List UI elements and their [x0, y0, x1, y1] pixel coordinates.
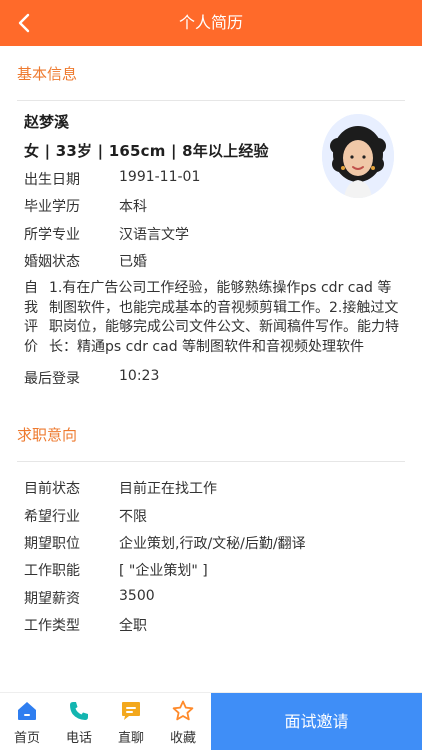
- section-title-intent: 求职意向: [17, 426, 78, 444]
- self-evaluation-text: 1.有在广告公司工作经验，能够熟练操作ps cdr cad 等制图软件，也能完成…: [49, 280, 399, 355]
- field-label: 工作类型: [24, 618, 80, 634]
- field-value: 不限: [119, 509, 147, 525]
- avatar: [322, 114, 394, 198]
- self-evaluation: 自我评价 1.有在广告公司工作经验，能够熟练操作ps cdr cad 等制图软件…: [24, 279, 404, 359]
- field-value: 10:23: [119, 368, 160, 384]
- field-label: 所学专业: [24, 227, 80, 243]
- tab-phone[interactable]: 电话: [54, 693, 104, 750]
- tab-favorite[interactable]: 收藏: [158, 693, 208, 750]
- field-value: [ "企业策划" ]: [119, 563, 208, 579]
- divider: [17, 100, 405, 101]
- tab-label: 收藏: [169, 731, 196, 746]
- tab-label: 直聊: [117, 731, 144, 746]
- interview-invite-button[interactable]: 面试邀请: [211, 693, 422, 750]
- tab-label: 首页: [13, 731, 40, 746]
- field-value: 3500: [119, 588, 155, 604]
- field-value: 汉语言文学: [119, 227, 189, 243]
- tab-home[interactable]: 首页: [2, 693, 52, 750]
- home-icon: [18, 702, 36, 720]
- field-label: 期望职位: [24, 536, 80, 552]
- field-label: 最后登录: [24, 371, 80, 387]
- field-label: 期望薪资: [24, 591, 80, 607]
- field-label: 目前状态: [24, 481, 80, 497]
- divider: [17, 461, 405, 462]
- field-value: 目前正在找工作: [119, 481, 217, 497]
- header-bar: 个人简历: [0, 0, 422, 46]
- phone-icon: [70, 702, 88, 720]
- star-icon: [172, 700, 194, 721]
- field-value: 1991-11-01: [119, 169, 201, 185]
- tab-chat[interactable]: 直聊: [106, 693, 156, 750]
- candidate-name: 赵梦溪: [24, 113, 70, 131]
- field-label: 毕业学历: [24, 199, 80, 215]
- field-value: 全职: [119, 618, 147, 634]
- field-value: 本科: [119, 199, 147, 215]
- tab-label: 电话: [65, 731, 92, 746]
- field-label: 婚姻状态: [24, 254, 80, 270]
- field-value: 企业策划,行政/文秘/后勤/翻译: [119, 536, 306, 552]
- section-title-basic: 基本信息: [17, 65, 78, 83]
- avatar-illustration: [322, 114, 394, 198]
- chat-icon: [122, 702, 140, 720]
- field-value: 已婚: [119, 254, 147, 270]
- self-evaluation-label: 自我评价: [24, 280, 38, 355]
- page-title: 个人简历: [178, 13, 243, 32]
- bottom-nav: 首页 电话 直聊 收藏 面试邀请: [0, 692, 422, 750]
- field-label: 出生日期: [24, 172, 80, 188]
- field-label: 希望行业: [24, 509, 80, 525]
- field-label: 工作职能: [24, 563, 80, 579]
- candidate-summary: 女 | 33岁 | 165cm | 8年以上经验: [24, 142, 269, 160]
